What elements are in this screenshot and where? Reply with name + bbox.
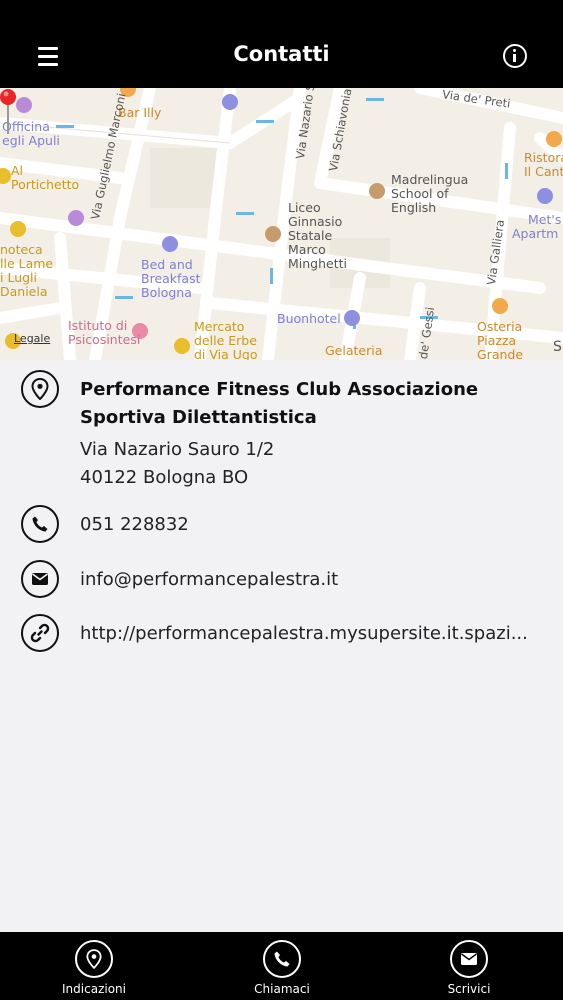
map-poi-label: Istituto di (68, 318, 128, 333)
app-screen: Contatti Bar Illy Officina egli Apuli Al… (0, 0, 563, 1000)
map-poi-label: Minghetti (288, 256, 348, 271)
map-poi-label: i Lugli (0, 270, 37, 285)
map-poi-label: lle Lame (0, 256, 54, 271)
tab-label: Scrivici (447, 982, 491, 996)
map-poi-label: Bed and (141, 257, 193, 272)
map-poi-label: Daniela (0, 284, 48, 299)
map-poi-label: Osteria (477, 319, 523, 334)
link-icon[interactable] (21, 614, 59, 652)
phone-number[interactable]: 051 228832 (80, 514, 546, 535)
map-poi-label: Al (11, 163, 24, 178)
map-poi-label: noteca (0, 242, 43, 257)
map-poi-label: Madrelingua (391, 172, 469, 187)
website-link[interactable]: http://performancepalestra.mysupersite.i… (80, 623, 546, 644)
map-poi-label: Grande (477, 347, 524, 361)
map-poi-label: Met's (528, 212, 562, 227)
map-poi-label: Breakfast (141, 271, 201, 286)
location-pin-icon (75, 940, 113, 978)
map-poi-label: Ginnasio (288, 214, 343, 229)
email-address[interactable]: info@performancepalestra.it (80, 569, 546, 590)
map-poi-label: Buonhotel (277, 311, 341, 326)
map-poi-label: Portichetto (11, 177, 80, 192)
map-legal-link[interactable]: Legale (14, 332, 50, 345)
address-line1[interactable]: Via Nazario Sauro 1/2 (80, 439, 274, 460)
map-poi-label: School of (391, 186, 449, 201)
map-poi-label: Apartm (512, 226, 559, 241)
map-poi-label: Mercato (194, 319, 245, 334)
tab-label: Chiamaci (254, 982, 310, 996)
map-poi-label: Il Cantu (524, 164, 563, 179)
header-bar: Contatti (0, 0, 563, 88)
tab-label: Indicazioni (62, 982, 126, 996)
page-title: Contatti (233, 42, 330, 66)
map-pin-icon[interactable] (0, 88, 18, 138)
bottom-tab-bar: Indicazioni Chiamaci Scrivici (0, 932, 563, 1000)
mail-icon (450, 940, 488, 978)
map-poi-label: Piazza (477, 333, 517, 348)
map-poi-label: Bologna (141, 285, 192, 300)
tab-write[interactable]: Scrivici (399, 932, 539, 1000)
location-pin-icon (21, 370, 59, 408)
map-poi-label: English (391, 200, 437, 215)
map-poi-label: delle Erbe (194, 333, 257, 348)
address-line2[interactable]: 40122 Bologna BO (80, 467, 248, 488)
phone-icon (263, 940, 301, 978)
map-poi-label: Marco (288, 242, 326, 257)
map-poi-label: di Via Ugo (194, 347, 258, 361)
map-poi-label: Gelateria (325, 343, 383, 358)
tab-directions[interactable]: Indicazioni (24, 932, 164, 1000)
info-icon[interactable] (503, 44, 527, 68)
mail-icon[interactable] (21, 560, 59, 598)
phone-icon[interactable] (21, 505, 59, 543)
business-name: Performance Fitness Club Associazione Sp… (80, 379, 479, 428)
map-view[interactable]: Bar Illy Officina egli Apuli Al Portiche… (0, 88, 563, 360)
tab-call[interactable]: Chiamaci (212, 932, 352, 1000)
map-poi-label: Psicosintesi (68, 332, 141, 347)
map-poi-label: Ristora (524, 150, 563, 165)
map-poi-label: Liceo (288, 200, 321, 215)
map-poi-label: Statale (288, 228, 333, 243)
map-poi-label: S (553, 339, 562, 355)
